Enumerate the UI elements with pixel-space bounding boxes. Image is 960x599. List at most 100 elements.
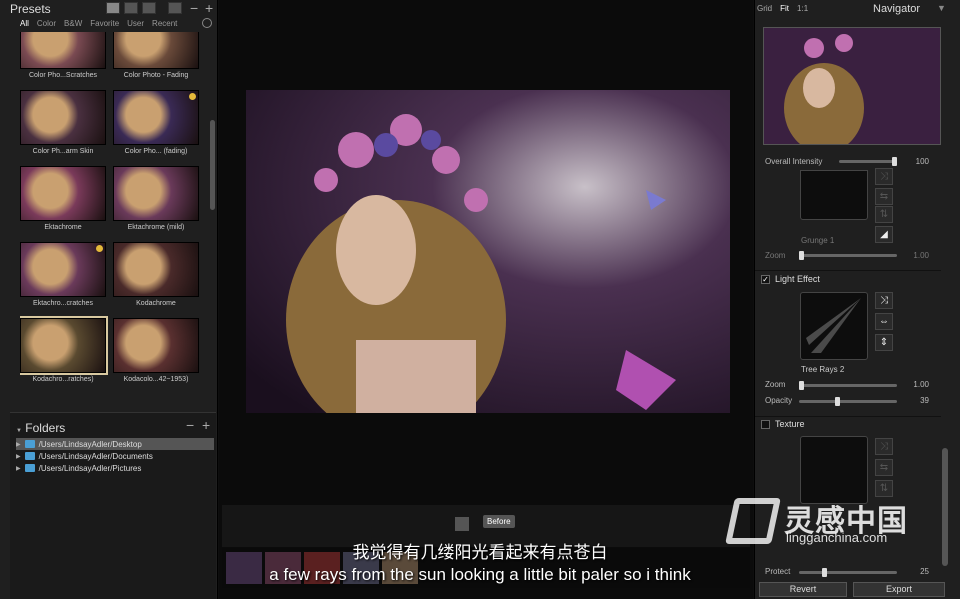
folder-row[interactable]: ▶/Users/LindsayAdler/Pictures xyxy=(16,462,214,474)
collapse-icon[interactable]: ▼ xyxy=(16,428,22,434)
slider-knob[interactable] xyxy=(835,397,841,406)
slider-knob[interactable] xyxy=(799,251,804,260)
preset-thumbnail[interactable] xyxy=(113,242,199,297)
preset-thumbnail[interactable] xyxy=(113,318,199,373)
filter-recent[interactable]: Recent xyxy=(152,19,177,28)
preset-item[interactable]: Color Pho...Scratches xyxy=(20,32,106,79)
overall-intensity-slider[interactable] xyxy=(839,157,897,166)
filter-favorite[interactable]: Favorite xyxy=(90,19,119,28)
zoom-label: Zoom xyxy=(765,251,786,260)
folder-row[interactable]: ▶/Users/LindsayAdler/Desktop xyxy=(16,438,214,450)
expand-icon[interactable]: ▶ xyxy=(16,465,21,472)
preset-thumbnail[interactable] xyxy=(20,316,108,375)
flip-horizontal-icon[interactable]: ⇆ xyxy=(875,459,893,476)
filter-all[interactable]: All xyxy=(20,19,29,28)
main-photo[interactable] xyxy=(246,90,730,413)
grunge-dropdown[interactable]: Grunge 1 xyxy=(801,236,834,245)
protect-slider[interactable] xyxy=(799,568,897,577)
protect-label: Protect xyxy=(765,567,791,576)
light-effect-dropdown[interactable]: Tree Rays 2 xyxy=(801,365,844,374)
overall-intensity-label: Overall Intensity xyxy=(765,157,823,166)
zoom-label: Zoom xyxy=(765,380,786,389)
zoom-fit[interactable]: Fit xyxy=(780,4,789,13)
watermark-logo xyxy=(725,498,781,544)
preset-label: Ektachrome (mild) xyxy=(127,224,185,231)
favorite-star-icon[interactable] xyxy=(189,93,196,100)
preset-item[interactable]: Kodachro...ratches) xyxy=(20,316,108,383)
light-effect-checkbox[interactable]: ✓ xyxy=(761,275,770,284)
add-folder-button[interactable]: + xyxy=(202,417,210,433)
flip-vertical-icon[interactable]: ⇕ xyxy=(875,334,893,351)
add-preset-button[interactable]: + xyxy=(205,0,213,16)
opacity-value: 39 xyxy=(920,396,929,405)
filter-user[interactable]: User xyxy=(127,19,144,28)
preset-item[interactable]: Ektachrome xyxy=(20,166,106,231)
opacity-label: Opacity xyxy=(765,396,793,405)
protect-value: 25 xyxy=(920,567,929,576)
shuffle-icon[interactable]: ⤨ xyxy=(875,168,893,185)
zoom-grid[interactable]: Grid xyxy=(757,4,772,13)
preset-item[interactable]: Ektachrome (mild) xyxy=(113,166,199,231)
split-view-icon[interactable] xyxy=(455,517,469,531)
shuffle-icon[interactable]: ⤨ xyxy=(875,292,893,309)
slider-knob[interactable] xyxy=(799,381,804,390)
preset-thumbnail[interactable] xyxy=(20,242,106,297)
grunge-preview[interactable] xyxy=(800,170,868,220)
remove-folder-button[interactable]: − xyxy=(186,417,194,433)
preset-item[interactable]: Kodacolo...42~1953) xyxy=(113,318,199,383)
flip-vertical-icon[interactable]: ⇅ xyxy=(875,206,893,223)
preset-item[interactable]: Color Photo - Fading xyxy=(113,32,199,79)
navigator-preview[interactable] xyxy=(763,27,941,145)
export-button[interactable]: Export xyxy=(853,582,945,597)
chevron-down-icon[interactable]: ▼ xyxy=(937,3,946,13)
preset-label: Color Ph...arm Skin xyxy=(32,148,94,155)
invert-icon[interactable]: ◢ xyxy=(875,226,893,243)
opacity-slider[interactable] xyxy=(799,397,897,406)
folders-title: ▼ Folders xyxy=(16,421,66,435)
grid-view-icon[interactable] xyxy=(106,2,120,14)
preset-thumbnail[interactable] xyxy=(20,90,106,145)
light-zoom-slider[interactable] xyxy=(799,381,897,390)
preset-thumbnail[interactable] xyxy=(113,32,199,69)
remove-preset-button[interactable]: − xyxy=(190,0,198,16)
zoom-1to1[interactable]: 1:1 xyxy=(797,4,808,13)
view-mode-buttons xyxy=(106,2,182,14)
divider xyxy=(755,416,941,417)
grunge-zoom-slider[interactable] xyxy=(799,251,897,260)
flip-horizontal-icon[interactable]: ⇆ xyxy=(875,188,893,205)
preset-scrollbar[interactable] xyxy=(210,120,215,210)
preset-item[interactable]: Kodachrome xyxy=(113,242,199,307)
favorite-star-icon[interactable] xyxy=(96,245,103,252)
before-button[interactable]: Before xyxy=(483,515,515,528)
preset-label: Kodacolo...42~1953) xyxy=(123,376,189,383)
preset-thumbnail[interactable] xyxy=(113,166,199,221)
slider-knob[interactable] xyxy=(892,157,897,166)
preset-label: Color Pho...Scratches xyxy=(28,72,98,79)
folder-row[interactable]: ▶/Users/LindsayAdler/Documents xyxy=(16,450,214,462)
search-icon[interactable] xyxy=(202,18,212,28)
revert-button[interactable]: Revert xyxy=(759,582,847,597)
list-view-icon[interactable] xyxy=(142,2,156,14)
shuffle-icon[interactable] xyxy=(168,2,182,14)
large-grid-icon[interactable] xyxy=(124,2,138,14)
preset-thumbnail[interactable] xyxy=(113,90,199,145)
filter-color[interactable]: Color xyxy=(37,19,56,28)
flip-horizontal-icon[interactable]: ⇔ xyxy=(875,313,893,330)
preset-item[interactable]: Color Ph...arm Skin xyxy=(20,90,106,155)
preset-grid: Color Pho...Scratches Color Photo - Fadin… xyxy=(20,32,205,408)
slider-knob[interactable] xyxy=(822,568,828,577)
filter-bw[interactable]: B&W xyxy=(64,19,82,28)
shuffle-icon[interactable]: ⤨ xyxy=(875,438,893,455)
adjustments-scrollbar[interactable] xyxy=(942,448,948,566)
texture-title: Texture xyxy=(775,419,805,429)
folder-icon xyxy=(24,464,35,472)
preset-thumbnail[interactable] xyxy=(20,32,106,69)
preset-item[interactable]: Ektachro...cratches xyxy=(20,242,106,307)
expand-icon[interactable]: ▶ xyxy=(16,441,21,448)
light-zoom-value: 1.00 xyxy=(913,380,929,389)
texture-checkbox[interactable] xyxy=(761,420,770,429)
preset-item[interactable]: Color Pho... (fading) xyxy=(113,90,199,155)
light-effect-preview[interactable] xyxy=(800,292,868,360)
expand-icon[interactable]: ▶ xyxy=(16,453,21,460)
preset-thumbnail[interactable] xyxy=(20,166,106,221)
